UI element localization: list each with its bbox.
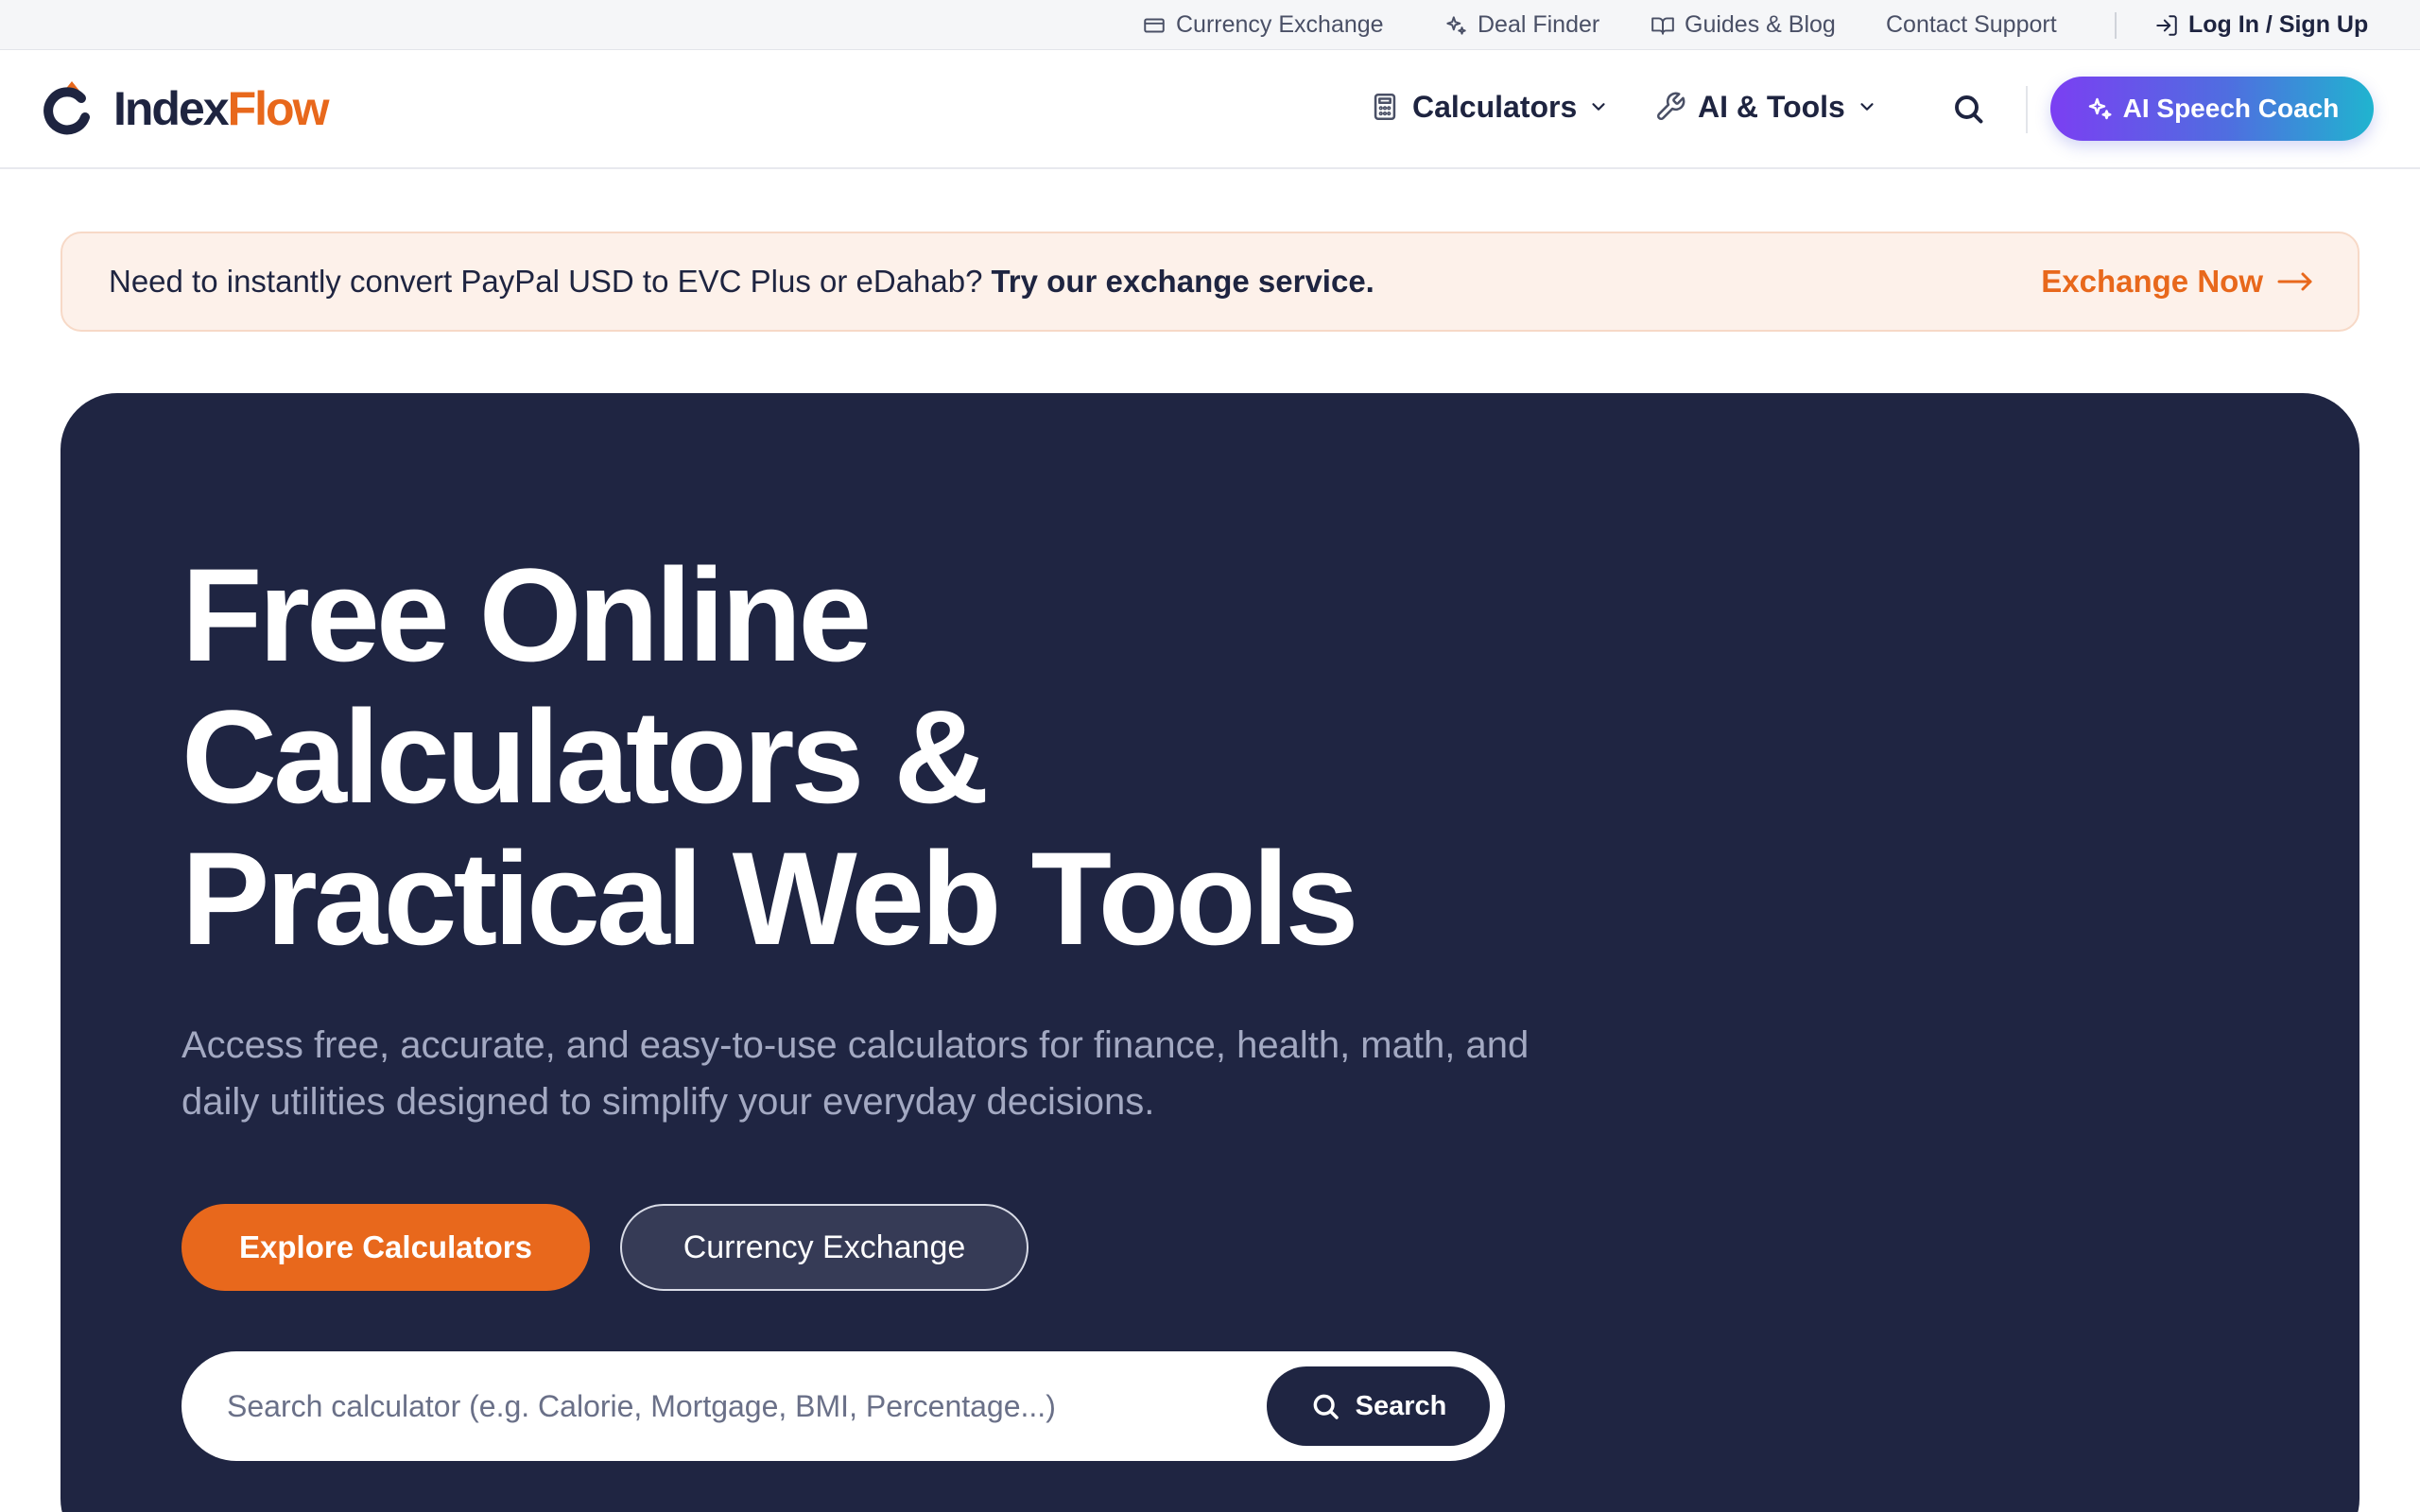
nav-calculators-label: Calculators: [1412, 89, 1578, 124]
currency-exchange-button[interactable]: Currency Exchange: [620, 1204, 1028, 1291]
promo-text: Need to instantly convert PayPal USD to …: [109, 264, 983, 299]
brand-name-part1: Index: [113, 82, 230, 135]
utility-divider: [2115, 12, 2117, 39]
log-in-icon: [2156, 14, 2177, 36]
calculator-icon: [1374, 93, 1396, 121]
brand-logo[interactable]: IndexFlow: [43, 71, 330, 146]
arrow-right-icon: [2277, 272, 2312, 291]
search-button-label: Search: [1355, 1390, 1447, 1421]
hero-subtitle: Access free, accurate, and easy-to-use c…: [182, 1024, 1530, 1123]
calculator-search-bar: Search: [182, 1351, 1505, 1461]
nav-calculators-dropdown[interactable]: Calculators: [1369, 78, 1609, 135]
hero-title: Free Online Calculators & Practical Web …: [182, 544, 1599, 970]
main-navigation: IndexFlow Calculators AI & Tools AI Spee…: [0, 50, 2420, 169]
utility-link-label: Guides & Blog: [1685, 11, 1836, 38]
hero-title-line: Free Online: [182, 541, 872, 689]
nav-ai-tools-label: AI & Tools: [1698, 89, 1845, 124]
header-search-button[interactable]: [1947, 88, 1989, 129]
brand-wordmark: IndexFlow: [113, 81, 330, 136]
chevron-down-icon: [1860, 103, 1874, 111]
utility-link-guides-blog[interactable]: Guides & Blog: [1651, 0, 1836, 50]
login-signup-link[interactable]: Log In / Sign Up: [2154, 0, 2368, 50]
utility-link-currency-exchange[interactable]: Currency Exchange: [1142, 0, 1384, 50]
hero-title-line: Calculators &: [182, 682, 989, 831]
sparkles-icon: [2088, 97, 2112, 120]
hero-section: Free Online Calculators & Practical Web …: [60, 393, 2360, 1512]
explore-calculators-button[interactable]: Explore Calculators: [182, 1204, 590, 1291]
utility-bar: Currency Exchange Deal Finder Guides & B…: [0, 0, 2420, 50]
book-open-icon: [1651, 16, 1674, 35]
sparkles-icon: [1446, 15, 1466, 35]
utility-link-label: Contact Support: [1886, 11, 2057, 38]
search-icon: [1955, 95, 1983, 124]
brand-name-part2: Flow: [227, 82, 330, 135]
utility-link-label: Currency Exchange: [1176, 11, 1384, 38]
ai-speech-coach-label: AI Speech Coach: [2122, 94, 2340, 123]
exchange-promo-banner: Need to instantly convert PayPal USD to …: [60, 232, 2360, 332]
chevron-down-icon: [1592, 103, 1605, 111]
search-icon: [1313, 1394, 1339, 1419]
exchange-now-link[interactable]: Exchange Now: [2041, 233, 2314, 330]
promo-emphasis: Try our exchange service.: [991, 264, 1374, 299]
utility-link-label: Deal Finder: [1478, 11, 1600, 38]
calculator-search-input[interactable]: [227, 1351, 1248, 1461]
hero-title-line: Practical Web Tools: [182, 824, 1358, 972]
ai-speech-coach-button[interactable]: AI Speech Coach: [2050, 77, 2374, 141]
login-label: Log In / Sign Up: [2188, 11, 2369, 38]
credit-card-icon: [1144, 18, 1165, 32]
wrench-icon: [1657, 92, 1685, 120]
exchange-now-label: Exchange Now: [2041, 264, 2263, 299]
promo-message: Need to instantly convert PayPal USD to …: [109, 233, 1374, 330]
calculator-search-button[interactable]: Search: [1267, 1366, 1490, 1446]
nav-divider: [2026, 86, 2028, 133]
utility-link-deal-finder[interactable]: Deal Finder: [1443, 0, 1599, 50]
utility-link-contact-support[interactable]: Contact Support: [1886, 0, 2057, 50]
logo-mark-icon: [43, 81, 90, 135]
nav-ai-tools-dropdown[interactable]: AI & Tools: [1654, 78, 1877, 135]
